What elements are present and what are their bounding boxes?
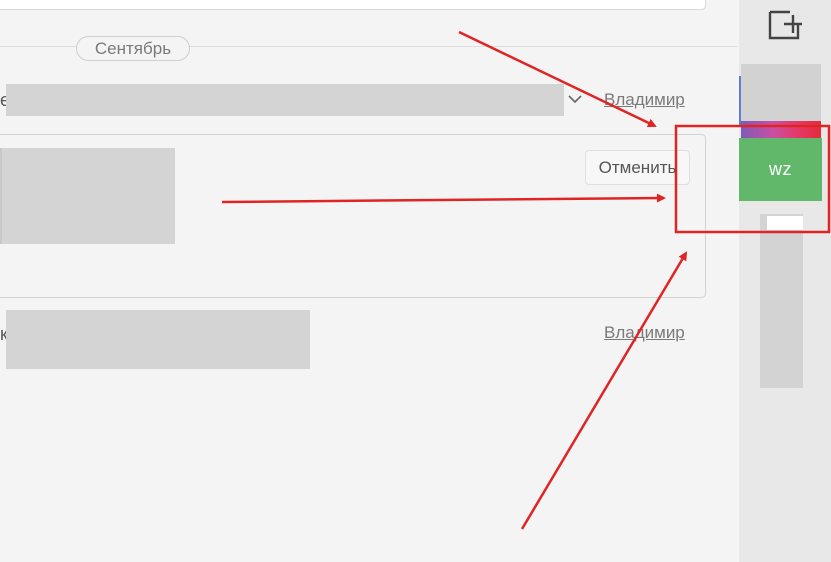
new-window-plus-icon[interactable] (768, 9, 804, 41)
user-avatar-gradient-band (741, 121, 821, 138)
card-redacted-edge (0, 148, 2, 244)
sidebar-scroll-thumb[interactable] (767, 216, 803, 230)
chevron-down-icon[interactable] (566, 90, 584, 108)
sidebar-scroll-track[interactable] (760, 214, 803, 388)
top-input-field[interactable] (0, 0, 706, 10)
entry-2-redacted-content (6, 310, 310, 369)
month-label: Сентябрь (76, 36, 190, 61)
entry-2-author-link[interactable]: Владимир (604, 323, 685, 343)
main-content: Сентябрь е Владимир Отменить к Владимир (0, 0, 739, 562)
card-redacted-content (0, 148, 175, 244)
entry-1-redacted-content (6, 84, 564, 116)
user-avatar-wz[interactable]: wz (739, 138, 822, 201)
user-avatar-redacted[interactable] (741, 64, 821, 126)
cancel-button[interactable]: Отменить (585, 150, 690, 185)
entry-1-author-link[interactable]: Владимир (604, 90, 685, 110)
